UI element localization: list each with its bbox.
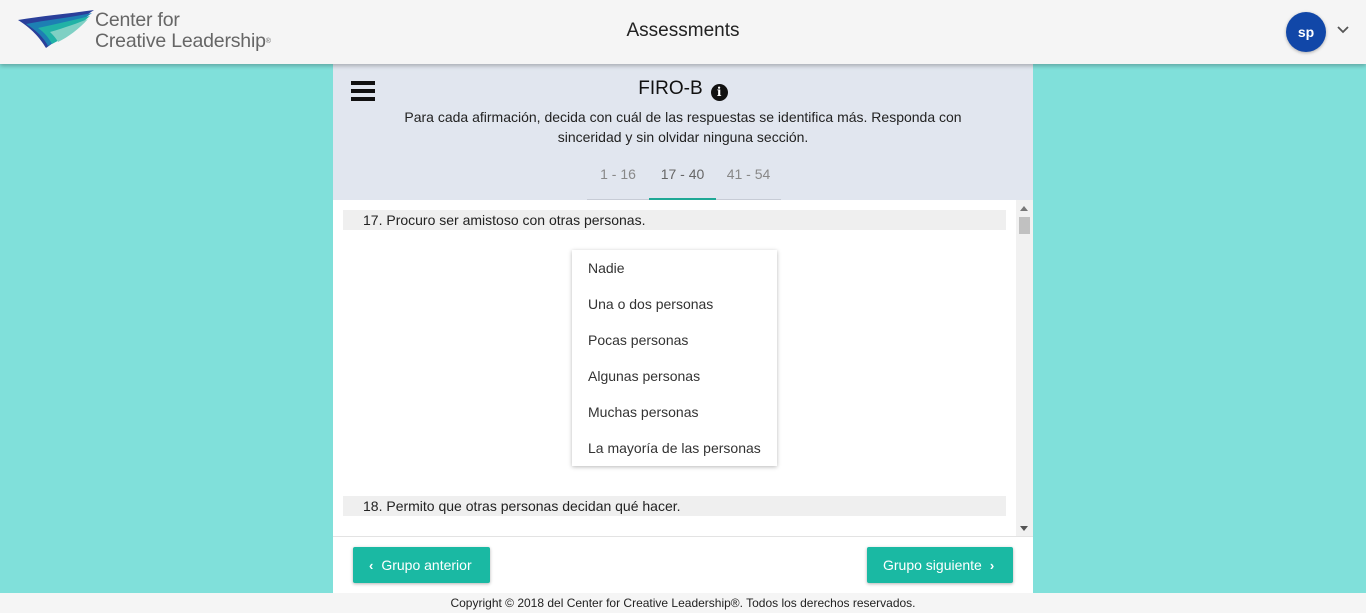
logo-line-2: Creative Leadership <box>95 30 266 52</box>
scroll-up-icon[interactable] <box>1020 206 1028 211</box>
option-algunas[interactable]: Algunas personas <box>572 358 777 394</box>
top-app-bar: Center for Creative Leadership® Assessme… <box>0 0 1366 64</box>
tab-1-16[interactable]: 1 - 16 <box>587 159 649 200</box>
option-la-mayoria[interactable]: La mayoría de las personas <box>572 430 777 466</box>
logo-text: Center for Creative Leadership® <box>95 10 271 52</box>
instructions-text: Para cada afirmación, decida con cuál de… <box>404 109 962 145</box>
group-navigation: ‹ Grupo anterior Grupo siguiente › <box>333 536 1033 593</box>
chevron-left-icon: ‹ <box>369 558 374 573</box>
previous-group-label: Grupo anterior <box>381 557 472 573</box>
tab-41-54[interactable]: 41 - 54 <box>716 159 781 200</box>
answer-dropdown-menu: Nadie Una o dos personas Pocas personas … <box>572 250 777 466</box>
assessment-title: FIRO-B <box>638 78 703 99</box>
section-tabs: 1 - 16 17 - 40 41 - 54 <box>587 159 781 200</box>
assessment-panel: FIRO-B i Para cada afirmación, decida con… <box>333 64 1033 593</box>
option-una-o-dos[interactable]: Una o dos personas <box>572 286 777 322</box>
vertical-scrollbar[interactable] <box>1016 200 1033 537</box>
assessment-title-wrap: FIRO-B i <box>333 78 1033 101</box>
logo-trademark: ® <box>265 38 271 45</box>
option-pocas[interactable]: Pocas personas <box>572 322 777 358</box>
chevron-down-icon[interactable] <box>1336 22 1350 36</box>
next-group-button[interactable]: Grupo siguiente › <box>867 547 1013 583</box>
option-muchas[interactable]: Muchas personas <box>572 394 777 430</box>
next-group-label: Grupo siguiente <box>883 557 982 573</box>
previous-group-button[interactable]: ‹ Grupo anterior <box>353 547 490 583</box>
question-17: 17. Procuro ser amistoso con otras perso… <box>343 210 1006 230</box>
app-title: Assessments <box>626 20 740 41</box>
assessment-header: FIRO-B i Para cada afirmación, decida con… <box>333 64 1033 200</box>
ccl-logo[interactable]: Center for Creative Leadership® <box>16 6 276 58</box>
option-nadie[interactable]: Nadie <box>572 250 777 286</box>
tab-17-40[interactable]: 17 - 40 <box>649 159 716 200</box>
info-icon[interactable]: i <box>710 84 728 101</box>
questions-scroll-area[interactable]: 17. Procuro ser amistoso con otras perso… <box>333 200 1033 537</box>
question-18: 18. Permito que otras personas decidan q… <box>343 496 1006 516</box>
copyright-footer: Copyright © 2018 del Center for Creative… <box>0 593 1366 613</box>
scroll-down-icon[interactable] <box>1020 526 1028 531</box>
logo-line-1: Center for <box>95 9 180 31</box>
scroll-thumb[interactable] <box>1019 217 1030 234</box>
chevron-right-icon: › <box>989 558 995 573</box>
logo-wing-icon <box>18 10 94 48</box>
user-avatar[interactable]: sp <box>1286 12 1326 52</box>
